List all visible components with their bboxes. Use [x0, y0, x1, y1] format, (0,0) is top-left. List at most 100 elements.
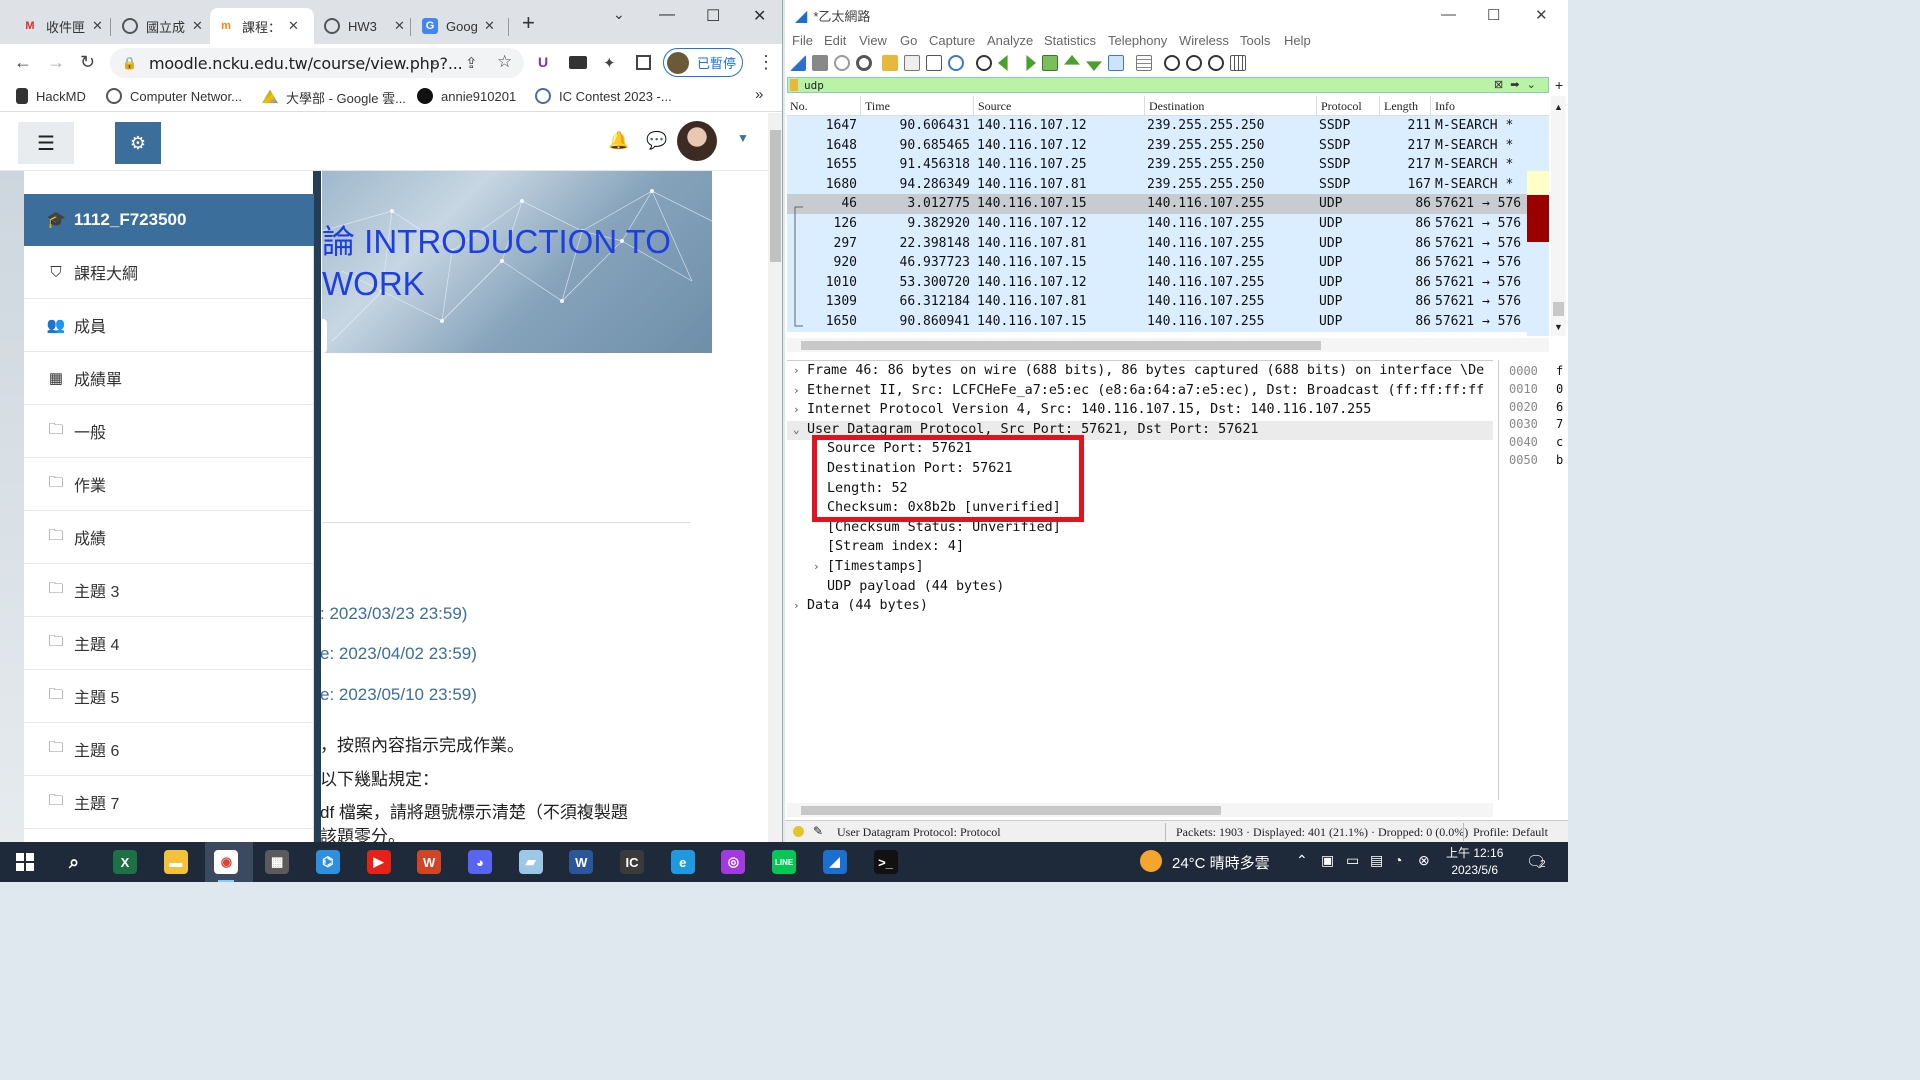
line-icon[interactable]: LINE [772, 850, 797, 874]
battery-icon[interactable]: ▭ [1346, 852, 1359, 869]
weather-text[interactable]: 24°C 晴時多雲 [1172, 852, 1270, 873]
reload-icon[interactable]: ↻ [80, 52, 95, 73]
packet-row[interactable]: 46 3.012775 140.116.107.15 140.116.107.255 U… [787, 194, 1527, 214]
wifi-icon[interactable]: ◔ [1394, 852, 1402, 868]
hex-row[interactable]: 0010 0 [1509, 382, 1563, 396]
paper-icon[interactable]: ▰ [518, 850, 543, 874]
assignment-due-1[interactable]: : 2023/03/23 23:59) [320, 604, 467, 624]
extension-u-icon[interactable]: U [538, 54, 548, 70]
new-tab-button[interactable]: + [522, 10, 535, 36]
hex-row[interactable]: 0030 7 [1509, 417, 1563, 431]
detail-line[interactable]: › Internet Protocol Version 4, Src: 140.1… [787, 401, 1493, 421]
menu-file[interactable]: File [792, 33, 813, 48]
notifications-bell-icon[interactable]: 🔔 [608, 131, 629, 151]
nav-general[interactable]: 🗀 一般 [24, 405, 314, 458]
wps-icon[interactable]: W [417, 850, 442, 874]
restart-capture-icon[interactable] [834, 55, 850, 71]
menu-view[interactable]: View [859, 33, 887, 48]
packet-row[interactable]: 1650 90.860941 140.116.107.15 140.116.107.2… [787, 312, 1527, 332]
nav-syllabus[interactable]: ⛉ 課程大綱 [24, 246, 314, 299]
packet-minimap[interactable] [1527, 116, 1549, 336]
open-file-icon[interactable] [882, 55, 898, 71]
zoom-out-icon[interactable] [1186, 55, 1202, 71]
messages-chat-icon[interactable]: 💬 [646, 131, 667, 151]
close-window-icon[interactable]: ✕ [753, 6, 766, 26]
menu-tools[interactable]: Tools [1240, 33, 1270, 48]
clock[interactable]: 上午 12:16 2023/5/6 [1446, 845, 1503, 879]
detail-line[interactable]: › [Timestamps] [787, 558, 1493, 578]
col-time[interactable]: Time [865, 99, 890, 114]
details-hscrollbar[interactable] [787, 803, 1493, 817]
collapsed-arrow-icon[interactable]: › [793, 403, 800, 416]
course-home-link[interactable]: 🎓 1112_F723500 [24, 194, 314, 246]
calculator-icon[interactable]: ▦ [265, 850, 290, 874]
packet-list-scrollbar[interactable]: ▲ ▼ [1551, 96, 1566, 336]
scrollbar-thumb[interactable] [801, 341, 1321, 350]
status-profile[interactable]: Profile: Default [1473, 825, 1548, 840]
display-filter-input[interactable]: udp ⊠ ➡ ⌄ [787, 77, 1549, 93]
chrome-icon[interactable]: ◉ [214, 850, 239, 882]
filter-bookmark-icon[interactable] [790, 79, 798, 91]
weather-icon[interactable] [1140, 850, 1162, 872]
last-packet-icon[interactable] [1086, 61, 1102, 71]
scroll-up-icon[interactable]: ▲ [1554, 102, 1563, 112]
stop-capture-icon[interactable] [812, 55, 828, 71]
minimize-icon[interactable]: — [1441, 6, 1456, 23]
excel-icon[interactable]: X [113, 850, 137, 874]
nav-topic-4[interactable]: 🗀 主題 4 [24, 617, 314, 670]
save-file-icon[interactable] [904, 55, 920, 71]
display-icon[interactable]: ▤ [1370, 852, 1383, 869]
nav-topic-6[interactable]: 🗀 主題 6 [24, 723, 314, 776]
collapsed-arrow-icon[interactable]: › [793, 364, 800, 377]
close-icon[interactable]: ✕ [92, 18, 103, 34]
go-forward-icon[interactable] [1026, 55, 1036, 71]
menu-help[interactable]: Help [1284, 33, 1311, 48]
bookmarks-more[interactable]: » [755, 86, 763, 103]
scrollbar-thumb[interactable] [801, 806, 1221, 815]
chevron-up-icon[interactable]: ⌃ [1296, 852, 1308, 869]
menu-analyze[interactable]: Analyze [987, 33, 1033, 48]
edit-comment-icon[interactable]: ✎ [813, 824, 823, 839]
detail-line[interactable]: › Data (44 bytes) [787, 597, 1493, 617]
collapsed-arrow-icon[interactable]: › [813, 560, 820, 573]
close-window-icon[interactable]: ✕ [1535, 6, 1548, 24]
search-icon[interactable]: ⌕ [62, 850, 86, 874]
detail-line[interactable]: › Frame 46: 86 bytes on wire (688 bits), … [787, 362, 1493, 382]
zoom-icon[interactable]: ⌕ [431, 54, 439, 71]
minimize-icon[interactable]: — [659, 6, 675, 24]
menu-kebab-icon[interactable]: ⋮ [757, 52, 775, 73]
packet-row[interactable]: 1655 91.456318 140.116.107.25 239.255.255.2… [787, 155, 1527, 175]
collapsed-arrow-icon[interactable]: › [793, 599, 800, 612]
filter-history-icon[interactable]: ⌄ [1527, 79, 1536, 91]
page-scrollbar-thumb[interactable] [770, 130, 781, 262]
zoom-in-icon[interactable] [1164, 55, 1180, 71]
packet-row[interactable]: 1010 53.300720 140.116.107.12 140.116.107.2… [787, 272, 1527, 293]
address-bar[interactable]: 🔒 moodle.ncku.edu.tw/course/view.php?... [110, 48, 524, 78]
bookmark-github[interactable]: annie910201 [417, 88, 516, 104]
messenger-icon[interactable]: ◎ [721, 850, 746, 874]
start-windows-icon[interactable] [13, 850, 37, 874]
tab-hw3[interactable]: HW3 ✕ [316, 8, 413, 44]
edge-icon[interactable]: e [670, 850, 695, 874]
packet-row[interactable]: 1648 90.685465 140.116.107.12 239.255.255.2… [787, 135, 1527, 156]
col-length[interactable]: Length [1384, 99, 1418, 114]
resize-columns-icon[interactable] [1230, 55, 1246, 71]
close-file-icon[interactable] [926, 55, 942, 71]
col-no[interactable]: No. [790, 99, 808, 114]
apply-filter-icon[interactable]: ➡ [1510, 79, 1519, 91]
start-capture-icon[interactable] [790, 55, 806, 71]
nav-assignments[interactable]: 🗀 作業 [24, 458, 314, 511]
autoscroll-icon[interactable] [1108, 55, 1124, 71]
side-panel-icon[interactable] [636, 55, 651, 70]
clear-filter-icon[interactable]: ⊠ [1494, 79, 1503, 91]
network-device-icon[interactable]: ▣ [1321, 852, 1334, 869]
packet-row[interactable]: 297 22.398148 140.116.107.81 140.116.107.25… [787, 233, 1527, 254]
file-explorer-icon[interactable]: ▬ [163, 850, 188, 874]
tab-google-translate[interactable]: G Goog ✕ [414, 8, 503, 44]
normal-size-icon[interactable] [1208, 55, 1224, 71]
nav-participants[interactable]: 👥 成員 [24, 299, 314, 352]
extension-terminal-icon[interactable] [569, 56, 587, 69]
go-back-icon[interactable] [998, 55, 1008, 71]
packet-row[interactable]: 1680 94.286349 140.116.107.81 239.255.255.2… [787, 174, 1527, 195]
col-info[interactable]: Info [1435, 99, 1455, 114]
